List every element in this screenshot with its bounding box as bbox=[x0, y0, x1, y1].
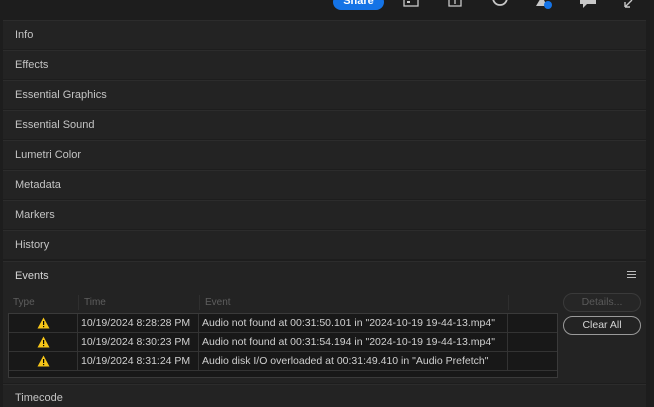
panel-label: Lumetri Color bbox=[15, 149, 82, 161]
panel-markers[interactable]: Markers bbox=[3, 200, 646, 229]
events-table: 10/19/2024 8:28:28 PM Audio not found at… bbox=[8, 313, 558, 378]
panel-info[interactable]: Info bbox=[3, 20, 646, 49]
publish-icon[interactable] bbox=[447, 0, 463, 10]
table-row[interactable]: 10/19/2024 8:28:28 PM Audio not found at… bbox=[9, 314, 557, 333]
details-button[interactable]: Details... bbox=[563, 293, 641, 312]
panel-lumetri-color[interactable]: Lumetri Color bbox=[3, 140, 646, 169]
panel-timecode[interactable]: Timecode bbox=[3, 384, 646, 407]
share-button[interactable]: Share bbox=[333, 0, 384, 10]
type-cell bbox=[9, 333, 78, 351]
panel-label: History bbox=[15, 239, 50, 251]
warning-icon bbox=[37, 317, 50, 329]
panel-label: Metadata bbox=[15, 179, 61, 191]
event-cell: Audio disk I/O overloaded at 00:31:49.41… bbox=[200, 352, 508, 370]
panel-effects[interactable]: Effects bbox=[3, 50, 646, 79]
panel-label: Effects bbox=[15, 59, 49, 71]
panel-essential-graphics[interactable]: Essential Graphics bbox=[3, 80, 646, 109]
panel-label: Events bbox=[15, 270, 49, 282]
notifications-icon[interactable] bbox=[535, 0, 555, 10]
panel-history[interactable]: History bbox=[3, 230, 646, 259]
column-header-event[interactable]: Event bbox=[199, 295, 231, 310]
panel-label: Markers bbox=[15, 209, 55, 221]
type-cell bbox=[9, 352, 78, 370]
top-toolbar: Share bbox=[0, 0, 654, 18]
type-cell bbox=[9, 314, 78, 332]
panel-label: Timecode bbox=[15, 392, 63, 404]
panel-label: Info bbox=[15, 29, 34, 41]
event-cell: Audio not found at 00:31:50.101 in "2024… bbox=[200, 314, 508, 332]
column-divider bbox=[508, 295, 509, 310]
comments-icon[interactable] bbox=[579, 0, 597, 10]
warning-icon bbox=[37, 336, 50, 348]
column-header-time[interactable]: Time bbox=[78, 295, 106, 310]
column-header-type[interactable]: Type bbox=[13, 295, 35, 310]
minimize-icon[interactable] bbox=[623, 0, 635, 10]
quick-export-icon[interactable] bbox=[403, 0, 419, 10]
event-cell: Audio not found at 00:31:54.194 in "2024… bbox=[200, 333, 508, 351]
clear-all-button[interactable]: Clear All bbox=[563, 316, 641, 335]
panel-label: Essential Graphics bbox=[15, 89, 107, 101]
panel-metadata[interactable]: Metadata bbox=[3, 170, 646, 199]
time-cell: 10/19/2024 8:30:23 PM bbox=[79, 333, 199, 351]
warning-icon bbox=[37, 355, 50, 367]
panel-essential-sound[interactable]: Essential Sound bbox=[3, 110, 646, 139]
panel-label: Essential Sound bbox=[15, 119, 95, 131]
table-row[interactable]: 10/19/2024 8:30:23 PM Audio not found at… bbox=[9, 333, 557, 352]
panel-menu-icon[interactable] bbox=[627, 271, 636, 279]
time-cell: 10/19/2024 8:31:24 PM bbox=[79, 352, 199, 370]
table-row[interactable]: 10/19/2024 8:31:24 PM Audio disk I/O ove… bbox=[9, 352, 557, 371]
time-cell: 10/19/2024 8:28:28 PM bbox=[79, 314, 199, 332]
progress-icon[interactable] bbox=[491, 0, 509, 10]
